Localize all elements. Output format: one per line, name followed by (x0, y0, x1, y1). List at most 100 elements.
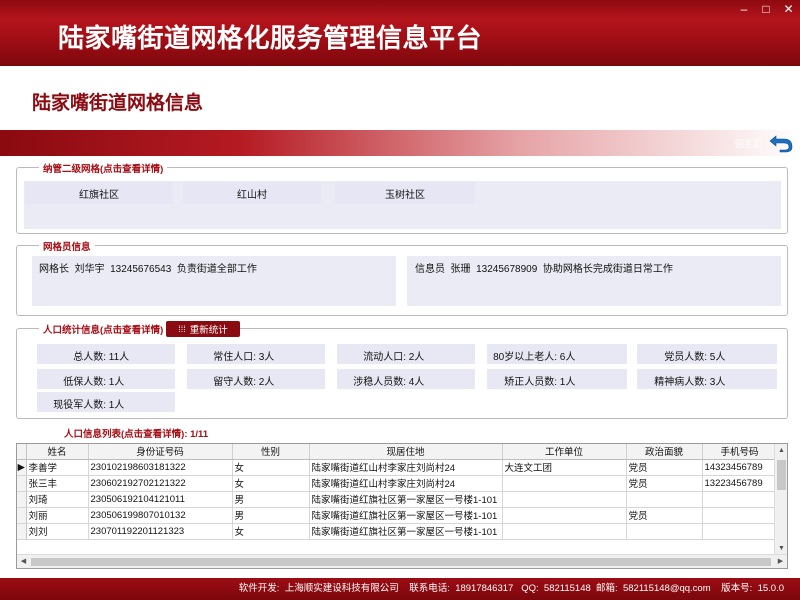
row-selector[interactable] (17, 491, 27, 508)
grid-icon: ⁞⁞⁞ (178, 324, 186, 334)
stat-elderly[interactable]: 80岁以上老人: 6人 (487, 344, 627, 364)
stat-label: 现役军人数: (53, 400, 106, 411)
table-cell[interactable]: 刘丽 (26, 507, 89, 524)
table-cell[interactable]: 230102198603181322 (88, 459, 233, 476)
stat-correction[interactable]: 矫正人员数: 1人 (487, 369, 627, 389)
table-cell[interactable]: 230602192702121322 (88, 475, 233, 492)
table-cell[interactable] (702, 491, 778, 508)
stat-value: 11人 (108, 352, 130, 363)
stat-label: 常住人口: (213, 352, 256, 363)
table-cell[interactable]: 男 (232, 507, 310, 524)
table-cell[interactable] (502, 507, 627, 524)
table-cell[interactable]: 14323456789 (702, 459, 778, 476)
grids-group-title: 纳管二级网格(点击查看详情) (39, 161, 168, 175)
table-cell[interactable]: 女 (232, 523, 310, 540)
stat-value: 2人 (408, 352, 425, 363)
stat-value: 3人 (709, 377, 726, 388)
table-cell[interactable] (702, 507, 778, 524)
table-cell[interactable]: 大连文工团 (502, 459, 627, 476)
stat-party[interactable]: 党员人数: 5人 (637, 344, 777, 364)
recount-label: 重新统计 (189, 325, 228, 336)
row-selector-icon[interactable]: ▶ (17, 459, 27, 476)
row-selector[interactable] (17, 507, 27, 524)
table-cell[interactable]: 230506199807010132 (88, 507, 233, 524)
column-header[interactable]: 工作单位 (502, 444, 627, 460)
stat-value: 4人 (408, 377, 425, 388)
table-cell[interactable]: 男 (232, 491, 310, 508)
row-header-corner (17, 444, 27, 460)
table-row[interactable]: 张三丰 230602192702121322 女 陆家嘴街道红山村李家庄刘尚村2… (17, 475, 778, 492)
title-bar: 陆家嘴街道网格化服务管理信息平台 – □ ✕ (0, 0, 800, 66)
table-cell[interactable] (626, 491, 703, 508)
page-title: 陆家嘴街道网格信息 (32, 92, 204, 114)
table-cell[interactable]: 13223456789 (702, 475, 778, 492)
scroll-up-icon[interactable]: ▲ (775, 444, 787, 457)
stat-label: 低保人数: (63, 377, 106, 388)
table-cell[interactable]: 陆家嘴街道红旗社区第一家屋区一号楼1-101 (309, 523, 503, 540)
stat-label: 留守人数: (213, 377, 256, 388)
stat-military[interactable]: 现役军人数: 1人 (37, 392, 175, 412)
table-cell[interactable]: 刘刘 (26, 523, 89, 540)
stat-label: 总人数: (73, 352, 106, 363)
vertical-scroll-thumb[interactable] (777, 460, 786, 490)
table-row[interactable]: 刘丽 230506199807010132 男 陆家嘴街道红旗社区第一家屋区一号… (17, 507, 778, 524)
stat-label: 涉稳人员数: (353, 377, 406, 388)
maximize-button[interactable]: □ (755, 0, 777, 18)
table-cell[interactable] (502, 523, 627, 540)
table-cell[interactable] (702, 523, 778, 540)
population-table: 姓名 身份证号码 性别 现居住地 工作单位 政治面貌 手机号码 ▶ 李善学 23… (16, 443, 788, 569)
minimize-button[interactable]: – (733, 0, 755, 18)
table-cell[interactable]: 230701192201121323 (88, 523, 233, 540)
scroll-right-icon[interactable]: ▶ (774, 555, 787, 568)
footer-info: 软件开发: 上海顺实建设科技有限公司 联系电话: 18917846317 QQ:… (238, 583, 784, 594)
table-cell[interactable]: 李善学 (26, 459, 89, 476)
grid-leader-info: 网格长 刘华宇 13245676543 负责街道全部工作 (39, 264, 257, 275)
table-cell[interactable]: 陆家嘴街道红山村李家庄刘尚村24 (309, 459, 503, 476)
scroll-left-icon[interactable]: ◀ (17, 555, 30, 568)
recount-button[interactable]: ⁞⁞⁞ 重新统计 (166, 321, 240, 337)
table-cell[interactable]: 党员 (626, 475, 703, 492)
close-button[interactable]: ✕ (777, 0, 800, 18)
table-cell[interactable]: 党员 (626, 507, 703, 524)
column-header[interactable]: 性别 (232, 444, 310, 460)
table-cell[interactable]: 女 (232, 475, 310, 492)
column-header[interactable]: 姓名 (26, 444, 89, 460)
table-cell[interactable]: 张三丰 (26, 475, 89, 492)
table-row[interactable]: ▶ 李善学 230102198603181322 女 陆家嘴街道红山村李家庄刘尚… (17, 459, 778, 476)
stat-floating[interactable]: 流动人口: 2人 (337, 344, 475, 364)
stat-resident[interactable]: 常住人口: 3人 (187, 344, 325, 364)
row-selector[interactable] (17, 475, 27, 492)
stat-mental[interactable]: 精神病人数: 3人 (637, 369, 777, 389)
table-row[interactable]: 刘琦 230506192104121011 男 陆家嘴街道红旗社区第一家屋区一号… (17, 491, 778, 508)
grid-item-hongshan[interactable]: 红山村 (183, 182, 321, 204)
table-cell[interactable]: 刘琦 (26, 491, 89, 508)
horizontal-scroll-thumb[interactable] (31, 558, 771, 566)
grid-item-hongqi[interactable]: 红旗社区 (25, 182, 173, 204)
table-cell[interactable]: 陆家嘴街道红山村李家庄刘尚村24 (309, 475, 503, 492)
table-cell[interactable] (502, 475, 627, 492)
vertical-scrollbar[interactable]: ▲ ▼ (774, 444, 787, 555)
column-header[interactable]: 手机号码 (702, 444, 778, 460)
stat-lowincome[interactable]: 低保人数: 1人 (37, 369, 175, 389)
population-list-title: 人口信息列表(点击查看详情): 1/11 (64, 429, 209, 440)
table-cell[interactable]: 陆家嘴街道红旗社区第一家屋区一号楼1-101 (309, 507, 503, 524)
table-cell[interactable]: 党员 (626, 459, 703, 476)
stat-stability[interactable]: 涉稳人员数: 4人 (337, 369, 475, 389)
table-cell[interactable]: 女 (232, 459, 310, 476)
table-row[interactable]: 刘刘 230701192201121323 女 陆家嘴街道红旗社区第一家屋区一号… (17, 523, 778, 540)
stat-total[interactable]: 总人数: 11人 (37, 344, 175, 364)
column-header[interactable]: 现居住地 (309, 444, 503, 460)
grid-item-yushu[interactable]: 玉树社区 (335, 182, 475, 204)
table-cell[interactable] (502, 491, 627, 508)
app-title: 陆家嘴街道网格化服务管理信息平台 (58, 24, 483, 54)
stat-leftbehind[interactable]: 留守人数: 2人 (187, 369, 325, 389)
stats-group: 人口统计信息(点击查看详情) 总人数: 11人 常住人口: 3人 流动人口: 2… (16, 322, 788, 419)
table-cell[interactable]: 230506192104121011 (88, 491, 233, 508)
table-cell[interactable]: 陆家嘴街道红旗社区第一家屋区一号楼1-101 (309, 491, 503, 508)
table-cell[interactable] (626, 523, 703, 540)
column-header[interactable]: 政治面貌 (626, 444, 703, 460)
horizontal-scrollbar[interactable]: ◀ ▶ (17, 554, 787, 568)
column-header[interactable]: 身份证号码 (88, 444, 233, 460)
home-button[interactable]: 回主页 (704, 131, 794, 155)
row-selector[interactable] (17, 523, 27, 540)
